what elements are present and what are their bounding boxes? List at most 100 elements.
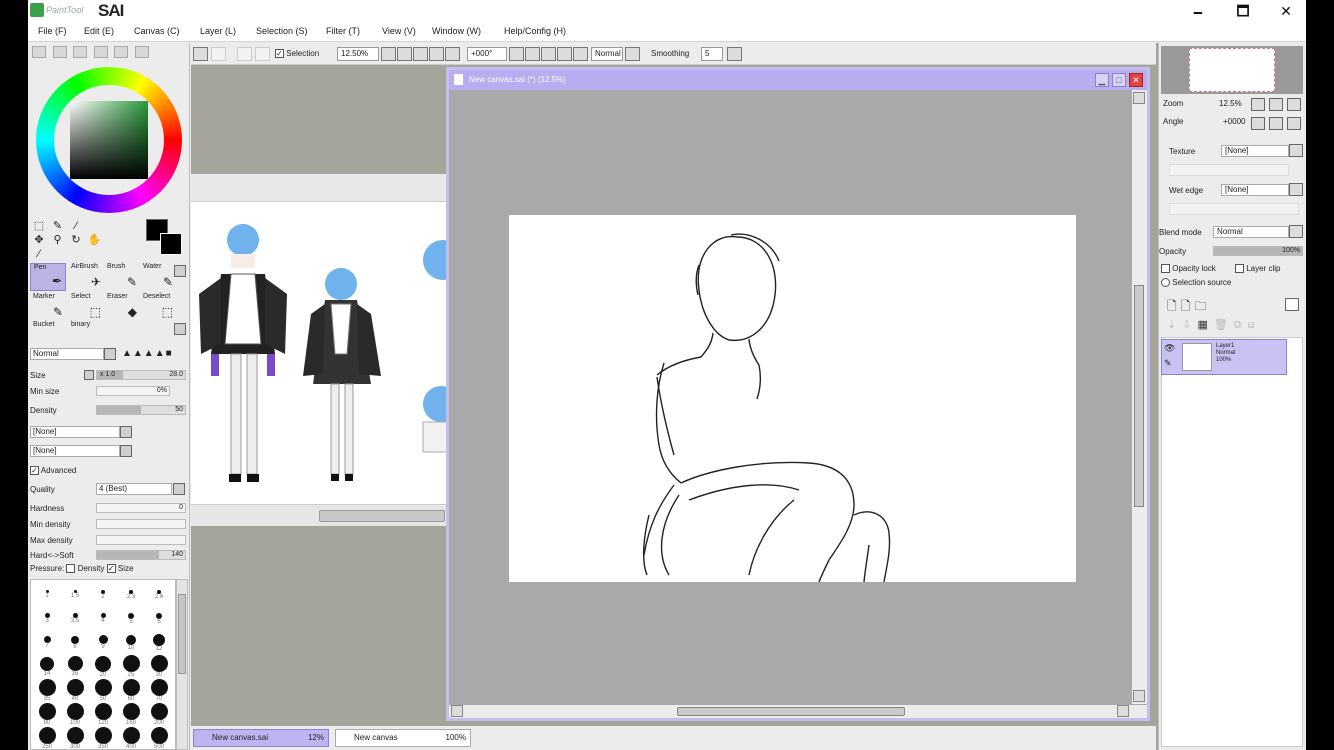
new-linework-layer-icon[interactable]: 🗋 xyxy=(1181,299,1195,313)
menu-view[interactable]: View (V) xyxy=(382,26,416,36)
close-button[interactable]: ✕ xyxy=(1266,1,1306,21)
brush-size-preset[interactable]: 8 xyxy=(61,631,89,650)
zoom-field[interactable]: 12.50% xyxy=(337,47,379,61)
new-folder-icon[interactable]: 🗀 xyxy=(1194,299,1210,313)
rotate-icon[interactable]: ↻ xyxy=(69,233,83,247)
color-mixer-mode-button[interactable] xyxy=(93,46,108,58)
duplicate-layer-icon[interactable]: ⧉ xyxy=(1234,319,1248,331)
brush-size-preset[interactable]: 350 xyxy=(89,727,117,749)
pressure-density-checkbox[interactable] xyxy=(66,564,76,574)
menu-window[interactable]: Window (W) xyxy=(432,26,481,36)
swatches-mode-button[interactable] xyxy=(114,46,129,58)
hardness-slider[interactable]: 0 xyxy=(96,503,186,513)
tool-water[interactable]: Water ✎ xyxy=(140,263,176,291)
advanced-toggle[interactable]: ✓ Advanced xyxy=(30,466,76,476)
minimize-button[interactable]: 🗕 xyxy=(1178,1,1218,21)
merge-all-icon[interactable]: ⧈ xyxy=(1248,319,1261,331)
canvas-maximize-button[interactable]: □ xyxy=(1112,73,1126,87)
lasso-icon[interactable]: ✎ xyxy=(51,219,65,233)
menu-edit[interactable]: Edit (E) xyxy=(84,26,114,36)
brush-size-preset[interactable]: 20 xyxy=(89,655,117,678)
clear-layer-icon[interactable]: ▦ xyxy=(1197,319,1213,331)
nav-zoom-reset-button[interactable] xyxy=(1287,98,1301,111)
scroll-right-button[interactable] xyxy=(1117,705,1129,717)
brush-size-preset[interactable]: 4 xyxy=(89,607,117,624)
canvas-vertical-scrollbar[interactable] xyxy=(1131,90,1147,704)
zoom-fit-button[interactable] xyxy=(445,47,460,61)
selection-checkbox[interactable]: ✓ xyxy=(275,49,284,59)
canvas-horizontal-scrollbar[interactable] xyxy=(449,704,1147,718)
stabilizer-mode-field[interactable]: Normal xyxy=(591,47,623,61)
brush-size-preset[interactable]: 500 xyxy=(145,727,173,749)
tool-grid-scroll-down[interactable] xyxy=(174,323,186,335)
toolbar-invert-button[interactable] xyxy=(255,47,270,61)
toolbar-undo-button[interactable] xyxy=(193,47,208,61)
eye-icon[interactable]: 👁 xyxy=(1164,343,1175,354)
zoom-out-button[interactable] xyxy=(397,47,412,61)
hsv-slider-mode-button[interactable] xyxy=(73,46,88,58)
brush-size-preset[interactable]: 2.3 xyxy=(117,583,145,600)
scroll-up-button[interactable] xyxy=(1133,92,1145,104)
scroll-left-button[interactable] xyxy=(451,705,463,717)
texture-select-2[interactable]: [None] xyxy=(30,445,120,457)
brush-size-preset[interactable]: 25 xyxy=(117,655,145,678)
brush-size-preset[interactable]: 1 xyxy=(33,583,61,599)
pressure-size-checkbox[interactable]: ✓ xyxy=(106,564,116,574)
brush-size-preset[interactable]: 5 xyxy=(117,607,145,625)
scratchpad-mode-button[interactable] xyxy=(134,46,149,58)
eyedropper-icon[interactable]: ⁄ xyxy=(32,247,46,261)
smoothing-field[interactable]: 5 xyxy=(701,47,723,61)
brush-size-preset[interactable]: 160 xyxy=(117,703,145,726)
tool-deselect[interactable]: Deselect ⬚ xyxy=(140,293,176,321)
brush-size-preset[interactable]: 2 xyxy=(89,583,117,600)
min-size-slider[interactable]: 0% xyxy=(96,386,170,396)
hard-soft-slider[interactable]: 140 xyxy=(96,550,186,560)
flip-button[interactable] xyxy=(573,47,588,61)
brush-size-preset[interactable]: 7 xyxy=(33,631,61,649)
brush-size-preset[interactable]: 6 xyxy=(145,607,173,625)
smoothing-dropdown-button[interactable] xyxy=(727,47,742,61)
brush-size-preset[interactable]: 9 xyxy=(89,631,117,650)
navigator-preview[interactable] xyxy=(1161,46,1303,94)
opacity-lock-toggle[interactable]: Opacity lock xyxy=(1161,264,1216,274)
tool-airbrush[interactable]: AirBrush ✈ xyxy=(68,263,104,291)
brush-size-slider[interactable]: x 1.0 28.0 xyxy=(96,370,186,380)
layer-row[interactable]: 👁 ✎ Layer1 Normal 100% xyxy=(1161,339,1287,375)
rect-select-icon[interactable]: ⬚ xyxy=(32,219,46,233)
brush-size-preset[interactable]: 35 xyxy=(33,679,61,702)
brush-size-preset[interactable]: 14 xyxy=(33,655,61,677)
layer-clip-toggle[interactable]: Layer clip xyxy=(1235,264,1280,274)
tool-marker[interactable]: Marker ✎ xyxy=(30,293,66,321)
tool-brush[interactable]: Brush ✎ xyxy=(104,263,140,291)
tab-new-canvas-sai[interactable]: New canvas.sai 12% xyxy=(193,729,329,747)
layer-texture-dropdown[interactable] xyxy=(1289,144,1303,157)
brush-size-preset[interactable]: 250 xyxy=(33,727,61,749)
angle-dropdown-button[interactable] xyxy=(509,47,524,61)
size-lock-button[interactable] xyxy=(84,370,94,380)
blend-mode-select[interactable]: Normal xyxy=(1213,226,1289,238)
angle-field[interactable]: +000° xyxy=(467,47,507,61)
brush-size-preset[interactable]: 120 xyxy=(89,703,117,726)
toolbar-deselect-button[interactable] xyxy=(237,47,252,61)
nav-rotate-reset-button[interactable] xyxy=(1287,117,1301,130)
layer-texture-select[interactable]: [None] xyxy=(1221,145,1289,157)
menu-help-config[interactable]: Help/Config (H) xyxy=(504,26,566,36)
menu-file[interactable]: File (F) xyxy=(38,26,67,36)
quality-select[interactable]: 4 (Best) xyxy=(96,483,172,495)
tab-new-canvas[interactable]: New canvas 100% xyxy=(335,729,471,747)
max-density-slider[interactable] xyxy=(96,535,186,545)
rotate-left-button[interactable] xyxy=(525,47,540,61)
nav-rotate-right-button[interactable] xyxy=(1269,117,1283,130)
new-layer-icon[interactable]: 🗋 xyxy=(1167,299,1181,313)
brush-size-preset[interactable]: 30 xyxy=(145,655,173,678)
texture-1-dropdown-button[interactable] xyxy=(120,426,132,438)
menu-layer[interactable]: Layer (L) xyxy=(200,26,236,36)
transfer-down-icon[interactable]: ⇣ xyxy=(1167,319,1182,331)
brush-size-preset[interactable]: 40 xyxy=(61,679,89,702)
brush-mode-select[interactable]: Normal xyxy=(30,348,104,360)
tool-bucket[interactable]: Bucket xyxy=(30,321,66,341)
maximize-button[interactable]: 🗖 xyxy=(1223,1,1263,21)
layer-clip-checkbox[interactable] xyxy=(1235,264,1244,274)
delete-layer-icon[interactable]: 🗑 xyxy=(1214,319,1234,331)
texture-select-1[interactable]: [None] xyxy=(30,426,120,438)
